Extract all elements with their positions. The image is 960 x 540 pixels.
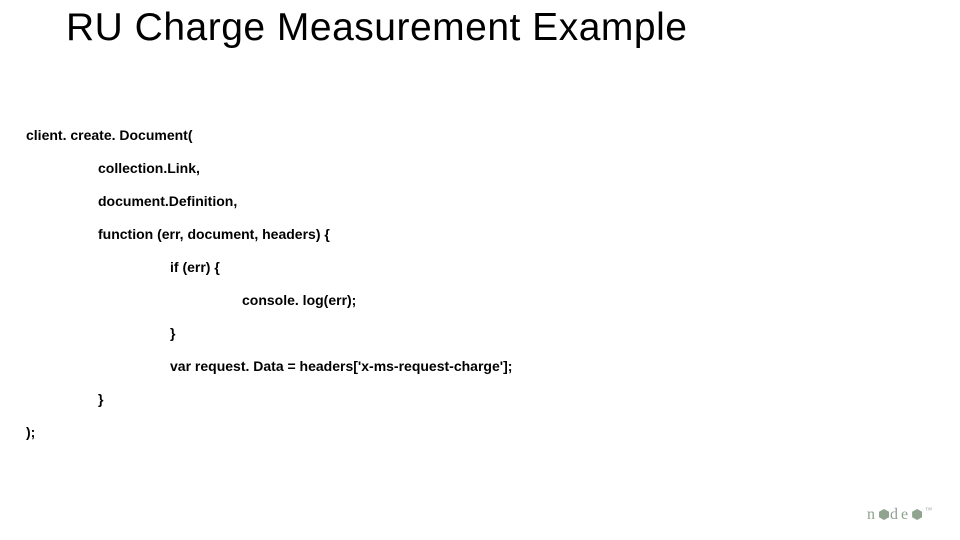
code-line: if (err) { (26, 260, 512, 274)
node-logo-text: de (890, 506, 911, 523)
node-hex-icon (912, 509, 922, 520)
code-block: client. create. Document( collection.Lin… (26, 128, 512, 458)
code-line: collection.Link, (26, 161, 512, 175)
code-line: ); (26, 425, 512, 439)
code-line: } (26, 326, 512, 340)
code-line: var request. Data = headers['x-ms-reques… (26, 359, 512, 373)
node-hex-icon (879, 509, 889, 520)
slide-title: RU Charge Measurement Example (66, 6, 687, 50)
code-line: client. create. Document( (26, 128, 512, 142)
node-logo: nde ™ (867, 506, 932, 524)
trademark: ™ (925, 506, 932, 514)
code-line: function (err, document, headers) { (26, 227, 512, 241)
code-line: document.Definition, (26, 194, 512, 208)
code-line: console. log(err); (26, 293, 512, 307)
node-logo-text: n (867, 506, 878, 523)
code-line: } (26, 392, 512, 406)
